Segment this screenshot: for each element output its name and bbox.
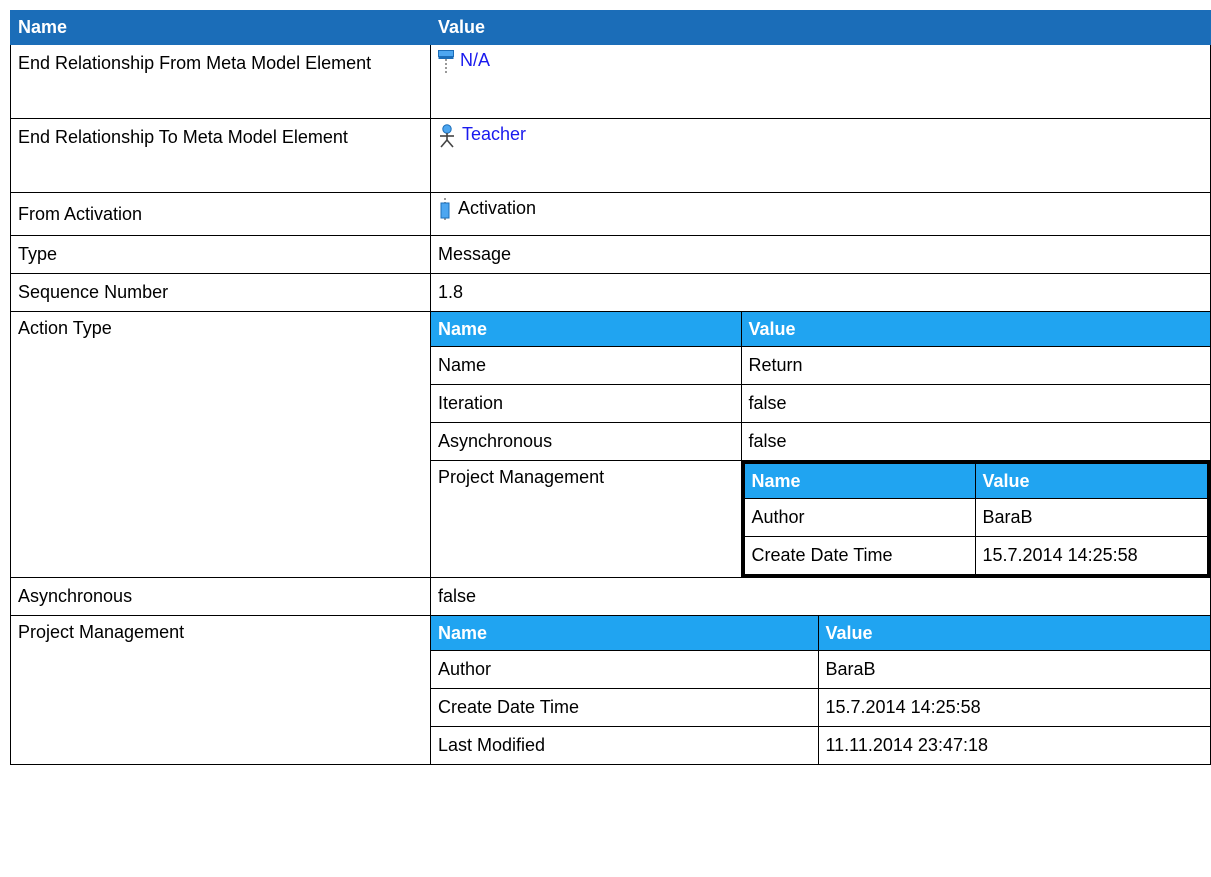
pm-author-value: BaraB bbox=[817, 650, 1210, 689]
value-header: Value bbox=[430, 10, 1211, 45]
action-pm-author-label: Author bbox=[743, 498, 976, 537]
table-row: Asynchronous false bbox=[431, 422, 1210, 461]
table-row: Sequence Number 1.8 bbox=[10, 273, 1211, 312]
type-label: Type bbox=[10, 235, 431, 274]
from-activation-value-cell: Activation bbox=[430, 192, 1211, 236]
table-row: Author BaraB bbox=[431, 650, 1210, 689]
name-header: Name bbox=[10, 10, 431, 45]
end-to-value-cell: Teacher bbox=[430, 118, 1211, 193]
action-pm-author-value: BaraB bbox=[974, 498, 1209, 537]
pm-created-label: Create Date Time bbox=[431, 688, 819, 727]
table-row: Create Date Time 15.7.2014 14:25:58 bbox=[431, 688, 1210, 727]
end-from-link[interactable]: N/A bbox=[460, 50, 490, 70]
table-row: Action Type Name Value Name Return Itera… bbox=[10, 311, 1211, 578]
properties-table: Name Value End Relationship From Meta Mo… bbox=[10, 10, 1211, 765]
action-pm-table: Name Value Author BaraB Create Date Time… bbox=[741, 461, 1210, 577]
table-row: Project Management Name Value Author Bar… bbox=[10, 615, 1211, 765]
lifeline-icon bbox=[438, 50, 454, 79]
pm-created-value: 15.7.2014 14:25:58 bbox=[817, 688, 1210, 727]
action-pm-created-label: Create Date Time bbox=[743, 536, 976, 576]
actor-icon bbox=[438, 124, 456, 153]
action-type-label: Action Type bbox=[10, 311, 431, 578]
table-row: Name Return bbox=[431, 346, 1210, 385]
asynchronous-value: false bbox=[430, 577, 1211, 616]
table-row: Iteration false bbox=[431, 384, 1210, 423]
action-name-label: Name bbox=[431, 346, 742, 385]
pm-modified-label: Last Modified bbox=[431, 726, 819, 764]
table-row: Project Management Name Value Author Bar… bbox=[431, 460, 1210, 577]
pm-value-header: Value bbox=[817, 616, 1210, 651]
action-name-value: Return bbox=[740, 346, 1210, 385]
table-row: Type Message bbox=[10, 235, 1211, 274]
sequence-number-label: Sequence Number bbox=[10, 273, 431, 312]
activation-icon bbox=[438, 198, 452, 227]
action-type-value-cell: Name Value Name Return Iteration false A… bbox=[430, 311, 1211, 578]
pm-table: Name Value Author BaraB Create Date Time… bbox=[431, 616, 1210, 764]
table-row: End Relationship To Meta Model Element T… bbox=[10, 118, 1211, 193]
action-type-value-header: Value bbox=[740, 312, 1210, 347]
pm-label: Project Management bbox=[10, 615, 431, 765]
end-from-value-cell: N/A bbox=[430, 44, 1211, 119]
table-row: From Activation Activation bbox=[10, 192, 1211, 236]
sequence-number-value: 1.8 bbox=[430, 273, 1211, 312]
from-activation-label: From Activation bbox=[10, 192, 431, 236]
header-row: Name Value bbox=[10, 10, 1211, 45]
action-pm-value-cell: Name Value Author BaraB Create Date Time… bbox=[740, 460, 1210, 577]
pm-value-cell: Name Value Author BaraB Create Date Time… bbox=[430, 615, 1211, 765]
table-row: Asynchronous false bbox=[10, 577, 1211, 616]
action-asynchronous-value: false bbox=[740, 422, 1210, 461]
action-pm-name-header: Name bbox=[743, 462, 976, 499]
pm-name-header: Name bbox=[431, 616, 819, 651]
from-activation-value: Activation bbox=[458, 198, 537, 218]
action-asynchronous-label: Asynchronous bbox=[431, 422, 742, 461]
table-row: Create Date Time 15.7.2014 14:25:58 bbox=[743, 536, 1209, 576]
pm-modified-value: 11.11.2014 23:47:18 bbox=[817, 726, 1210, 764]
table-row: Author BaraB bbox=[743, 498, 1209, 537]
end-to-link[interactable]: Teacher bbox=[462, 124, 526, 144]
iteration-value: false bbox=[740, 384, 1210, 423]
asynchronous-label: Asynchronous bbox=[10, 577, 431, 616]
pm-author-label: Author bbox=[431, 650, 819, 689]
action-pm-created-value: 15.7.2014 14:25:58 bbox=[974, 536, 1209, 576]
type-value: Message bbox=[430, 235, 1211, 274]
end-to-label: End Relationship To Meta Model Element bbox=[10, 118, 431, 193]
iteration-label: Iteration bbox=[431, 384, 742, 423]
end-from-label: End Relationship From Meta Model Element bbox=[10, 44, 431, 119]
action-pm-value-header: Value bbox=[974, 462, 1209, 499]
table-row: Last Modified 11.11.2014 23:47:18 bbox=[431, 726, 1210, 764]
action-pm-label: Project Management bbox=[431, 460, 742, 577]
action-type-table: Name Value Name Return Iteration false A… bbox=[431, 312, 1210, 577]
action-type-name-header: Name bbox=[431, 312, 742, 347]
table-row: End Relationship From Meta Model Element… bbox=[10, 44, 1211, 119]
